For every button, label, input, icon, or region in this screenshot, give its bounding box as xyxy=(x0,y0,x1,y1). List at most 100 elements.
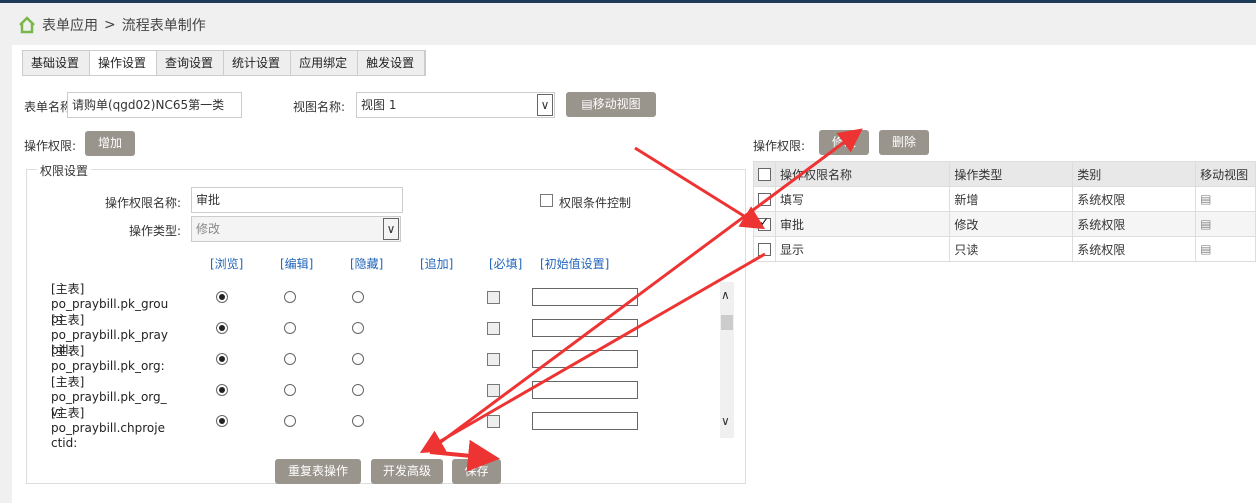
scroll-down-icon[interactable]: ∨ xyxy=(721,414,730,428)
field-radio-edit[interactable] xyxy=(284,291,296,303)
field-radio-browse[interactable] xyxy=(216,322,228,334)
tab-app-binding[interactable]: 应用绑定 xyxy=(291,51,359,75)
field-radio-browse[interactable] xyxy=(216,291,228,303)
document-icon[interactable]: ▤ xyxy=(1200,192,1211,206)
scroll-up-icon[interactable]: ∧ xyxy=(721,288,730,302)
field-radio-hide[interactable] xyxy=(352,353,364,365)
table-row[interactable]: 填写 新增 系统权限 ▤ xyxy=(753,186,1256,212)
row-checkbox[interactable] xyxy=(758,243,771,256)
permission-fieldset: 权限设置 操作权限名称: 审批 操作类型: 修改 ∨ 权限条件控制 [浏览] [编… xyxy=(26,162,746,484)
view-select[interactable]: 视图 1 ∨ xyxy=(356,92,555,118)
row-name: 审批 xyxy=(774,211,951,237)
field-initial-value-input[interactable] xyxy=(532,381,638,399)
row-type: 只读 xyxy=(949,236,1074,262)
col-required[interactable]: [必填] xyxy=(489,255,522,272)
field-radio-browse[interactable] xyxy=(216,384,228,396)
header-type: 操作类型 xyxy=(949,161,1074,187)
perm-name-label: 操作权限名称: xyxy=(105,196,182,210)
col-edit[interactable]: [编辑] xyxy=(280,255,313,272)
form-name-input[interactable]: 请购单(qgd02)NC65第一类 xyxy=(67,92,242,118)
field-required-checkbox[interactable] xyxy=(487,353,500,366)
field-radio-browse[interactable] xyxy=(216,353,228,365)
perm-name-input[interactable]: 审批 xyxy=(191,187,403,213)
delete-button[interactable]: 删除 xyxy=(879,130,929,155)
scrollbar[interactable]: ∧ ∨ xyxy=(720,282,734,438)
top-bar xyxy=(0,0,1256,3)
breadcrumb-current: 流程表单制作 xyxy=(121,18,206,34)
tab-basic[interactable]: 基础设置 xyxy=(23,51,91,75)
row-checkbox[interactable] xyxy=(758,193,771,206)
tab-query[interactable]: 查询设置 xyxy=(157,51,225,75)
col-initial-value[interactable]: [初始值设置] xyxy=(540,255,609,272)
field-required-checkbox[interactable] xyxy=(487,415,500,428)
field-label-line: [主表] po_praybill.pk_org: xyxy=(51,344,165,373)
op-type-select[interactable]: 修改 ∨ xyxy=(191,216,401,242)
col-hide[interactable]: [隐藏] xyxy=(350,255,383,272)
field-initial-value-input[interactable] xyxy=(532,288,638,306)
tab-trigger[interactable]: 触发设置 xyxy=(358,51,426,75)
row-type: 修改 xyxy=(949,211,1074,237)
field-label: [主表] po_praybill.pk_org: xyxy=(51,344,201,374)
advanced-button[interactable]: 开发高级 xyxy=(371,459,443,484)
field-required-checkbox[interactable] xyxy=(487,322,500,335)
home-icon[interactable] xyxy=(18,16,36,34)
row-name: 填写 xyxy=(774,186,951,212)
condition-control-checkbox[interactable] xyxy=(540,194,553,207)
row-checkbox[interactable] xyxy=(758,215,771,231)
breadcrumb-home[interactable]: 表单应用 xyxy=(42,15,98,35)
field-label-line: ctid: xyxy=(51,436,78,450)
chevron-down-icon[interactable]: ∨ xyxy=(383,218,399,240)
field-label-line: [主表] po_praybill.chproje xyxy=(51,406,165,435)
condition-control-label: 权限条件控制 xyxy=(559,196,632,210)
chevron-down-icon[interactable]: ∨ xyxy=(537,94,553,116)
field-radio-edit[interactable] xyxy=(284,353,296,365)
col-append[interactable]: [追加] xyxy=(420,255,453,272)
field-required-checkbox[interactable] xyxy=(487,291,500,304)
field-radio-edit[interactable] xyxy=(284,322,296,334)
field-initial-value-input[interactable] xyxy=(532,319,638,337)
table-row[interactable]: 审批修改系统权限▤ xyxy=(753,211,1256,237)
field-radio-hide[interactable] xyxy=(352,415,364,427)
permission-table: 操作权限名称 操作类型 类别 移动视图 填写新增系统权限▤审批修改系统权限▤显示… xyxy=(753,161,1256,262)
field-label: [主表] po_praybill.chproje ctid: xyxy=(51,406,201,451)
field-radio-hide[interactable] xyxy=(352,384,364,396)
field-required-checkbox[interactable] xyxy=(487,384,500,397)
add-button[interactable]: 增加 xyxy=(85,131,135,156)
row-name: 显示 xyxy=(774,236,951,262)
header-category: 类别 xyxy=(1072,161,1197,187)
field-initial-value-input[interactable] xyxy=(532,412,638,430)
document-icon[interactable]: ▤ xyxy=(1200,217,1211,231)
perm-label: 操作权限: xyxy=(24,139,77,153)
modify-button[interactable]: 修改 xyxy=(819,130,869,155)
move-view-button[interactable]: ▤移动视图 xyxy=(566,92,656,117)
breadcrumb: 表单应用 > 流程表单制作 xyxy=(18,15,206,35)
view-name-label: 视图名称: xyxy=(293,100,346,114)
field-radio-edit[interactable] xyxy=(284,384,296,396)
row-type: 新增 xyxy=(949,186,1074,212)
document-icon: ▤ xyxy=(581,97,593,111)
row-category: 系统权限 xyxy=(1072,211,1197,237)
save-button[interactable]: 保存 xyxy=(452,459,501,484)
col-browse[interactable]: [浏览] xyxy=(210,255,243,272)
field-radio-hide[interactable] xyxy=(352,322,364,334)
breadcrumb-separator: > xyxy=(104,17,116,33)
field-initial-value-input[interactable] xyxy=(532,350,638,368)
scroll-thumb[interactable] xyxy=(721,315,733,330)
field-radio-browse[interactable] xyxy=(216,415,228,427)
header-move-view: 移动视图 xyxy=(1195,161,1256,187)
field-radio-hide[interactable] xyxy=(352,291,364,303)
tab-bar: 基础设置 操作设置 查询设置 统计设置 应用绑定 触发设置 xyxy=(22,50,427,76)
main-panel: 基础设置 操作设置 查询设置 统计设置 应用绑定 触发设置 表单名称: 请购单(… xyxy=(12,45,1256,503)
view-select-value: 视图 1 xyxy=(361,98,397,112)
repeat-table-button[interactable]: 重复表操作 xyxy=(275,459,361,484)
document-icon[interactable]: ▤ xyxy=(1200,242,1211,256)
tab-operation[interactable]: 操作设置 xyxy=(90,51,158,75)
op-type-label: 操作类型: xyxy=(129,224,182,238)
fieldset-title: 权限设置 xyxy=(37,162,92,179)
select-all-checkbox[interactable] xyxy=(758,168,771,181)
table-row[interactable]: 显示 只读 系统权限 ▤ xyxy=(753,236,1256,262)
tab-statistics[interactable]: 统计设置 xyxy=(224,51,292,75)
field-radio-edit[interactable] xyxy=(284,415,296,427)
right-perm-label: 操作权限: xyxy=(753,139,806,153)
header-name: 操作权限名称 xyxy=(774,161,951,187)
